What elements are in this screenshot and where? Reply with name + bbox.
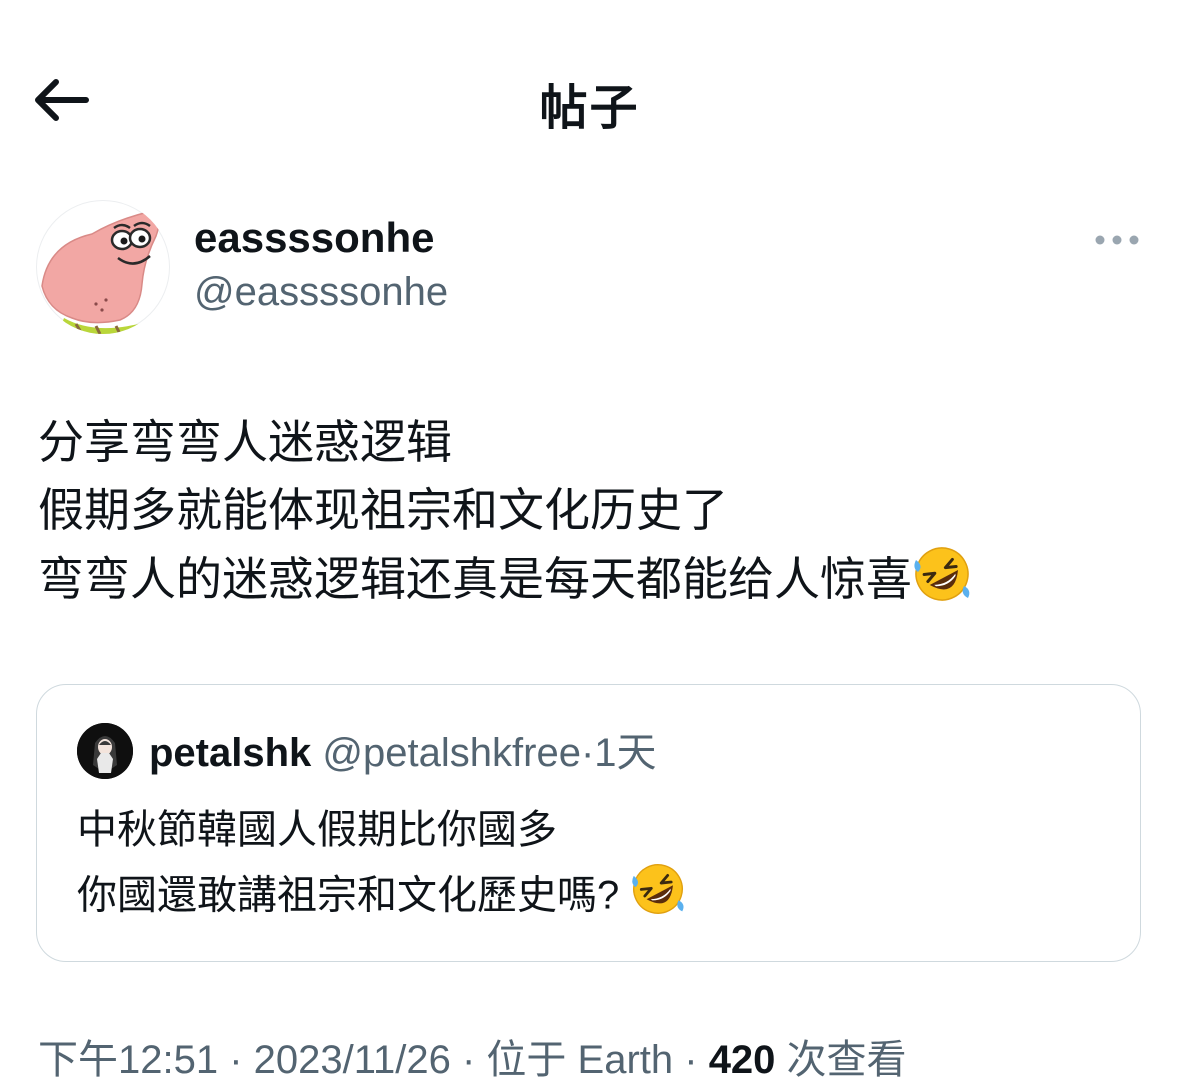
quoted-post-header: petalshk @petalshkfree·1天 — [149, 725, 657, 781]
post-timestamp[interactable]: 下午12:51 · 2023/11/26 · 位于 Earth · — [38, 1038, 709, 1082]
view-count-label: 次查看 — [775, 1038, 907, 1082]
view-count: 420 — [708, 1038, 776, 1082]
quoted-post-line-text: 你國還敢講祖宗和文化歷史嗎? — [77, 873, 620, 918]
anime-girl-avatar-icon — [77, 723, 133, 779]
quoted-post-card[interactable]: petalshk @petalshkfree·1天 中秋節韓國人假期比你國多 你… — [36, 684, 1141, 962]
quoted-author-avatar — [77, 723, 133, 779]
top-bar: 帖子 — [0, 0, 1179, 200]
quoted-author-handle[interactable]: @petalshkfree — [322, 731, 581, 775]
patrick-star-avatar — [41, 211, 160, 334]
quoted-post-line: 中秋節韓國人假期比你國多 — [77, 808, 557, 852]
quoted-post-time: 1天 — [594, 731, 657, 775]
rolling-on-floor-laughing-emoji-icon — [630, 861, 686, 935]
post-line-text: 弯弯人的迷惑逻辑还真是每天都能给人惊喜 — [38, 553, 912, 606]
rolling-on-floor-laughing-emoji-icon — [912, 544, 972, 622]
post-line: 弯弯人的迷惑逻辑还真是每天都能给人惊喜 — [38, 544, 1138, 622]
post-text: 分享弯弯人迷惑逻辑 假期多就能体现祖宗和文化历史了 弯弯人的迷惑逻辑还真是每天都… — [38, 408, 1138, 622]
author-display-name[interactable]: eassssonhe — [194, 214, 434, 262]
author-avatar[interactable] — [36, 200, 170, 334]
page-title: 帖子 — [539, 82, 640, 135]
post-line: 假期多就能体现祖宗和文化历史了 — [38, 484, 728, 536]
quoted-post-text: 中秋節韓國人假期比你國多 你國還敢講祖宗和文化歷史嗎? — [77, 799, 1097, 935]
more-horizontal-icon — [1095, 235, 1139, 245]
post-line: 分享弯弯人迷惑逻辑 — [38, 416, 452, 468]
more-button[interactable] — [1090, 226, 1144, 254]
post-meta: 下午12:51 · 2023/11/26 · 位于 Earth · 420 次查… — [38, 1036, 907, 1084]
author-handle[interactable]: @eassssonhe — [194, 270, 448, 315]
quoted-post-line: 你國還敢講祖宗和文化歷史嗎? — [77, 861, 1097, 935]
separator-dot: · — [580, 731, 595, 775]
quoted-author-name[interactable]: petalshk — [149, 731, 311, 775]
